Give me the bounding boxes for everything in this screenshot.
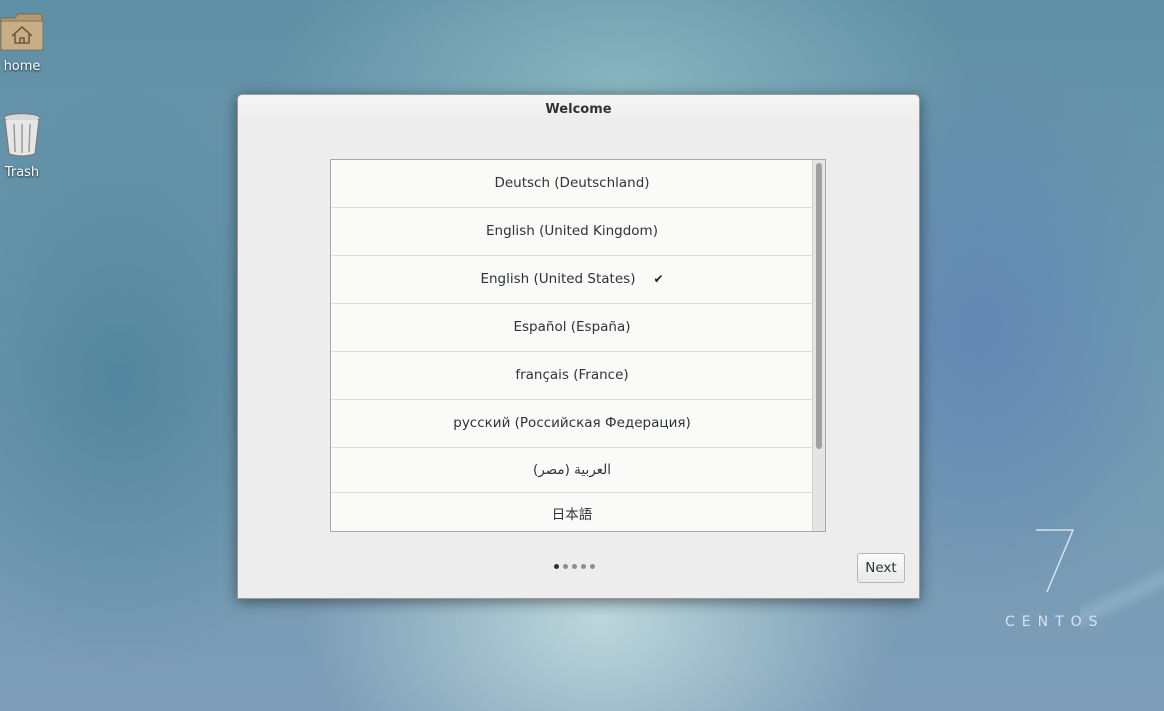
page-dot <box>590 564 595 569</box>
trash-icon <box>3 112 41 157</box>
language-list: Deutsch (Deutschland) English (United Ki… <box>330 159 826 532</box>
scrollbar-thumb[interactable] <box>816 163 822 449</box>
language-label: العربية (مصر) <box>532 462 612 478</box>
page-indicator <box>554 564 595 572</box>
page-dot <box>563 564 568 569</box>
desktop-icon-label: Trash <box>4 165 40 180</box>
language-label: Deutsch (Deutschland) <box>494 175 650 191</box>
language-label: 日本語 <box>551 507 593 523</box>
language-row-arabic[interactable]: العربية (مصر) <box>331 448 825 493</box>
language-row-russian[interactable]: русский (Российская Федерация) <box>331 400 825 448</box>
page-dot-active <box>554 564 559 569</box>
centos-seven-glyph <box>1036 529 1075 593</box>
language-label: français (France) <box>515 367 629 383</box>
centos-wordmark: CENTOS <box>1005 614 1105 630</box>
desktop-icon-home[interactable]: home <box>0 12 44 74</box>
language-row-english-uk[interactable]: English (United Kingdom) <box>331 208 825 256</box>
desktop-icon-label: home <box>3 59 41 74</box>
welcome-window: Welcome Deutsch (Deutschland) English (U… <box>237 94 920 599</box>
page-dot <box>581 564 586 569</box>
language-label: English (United States) <box>480 271 636 287</box>
language-row-francais[interactable]: français (France) <box>331 352 825 400</box>
language-row-deutsch[interactable]: Deutsch (Deutschland) <box>331 160 825 208</box>
page-dot <box>572 564 577 569</box>
checkmark-icon: ✔ <box>653 272 664 286</box>
language-row-japanese[interactable]: 日本語 <box>331 493 825 531</box>
language-label: English (United Kingdom) <box>486 223 658 239</box>
home-folder-icon <box>0 13 44 51</box>
language-row-english-us[interactable]: English (United States) ✔ <box>331 256 825 304</box>
list-scrollbar[interactable] <box>812 160 825 531</box>
language-label: русский (Российская Федерация) <box>453 415 691 431</box>
window-title: Welcome <box>238 95 919 125</box>
language-label: Español (España) <box>513 319 631 335</box>
desktop-icon-trash[interactable]: Trash <box>0 112 44 180</box>
next-button[interactable]: Next <box>857 553 905 583</box>
language-row-espanol[interactable]: Español (España) <box>331 304 825 352</box>
